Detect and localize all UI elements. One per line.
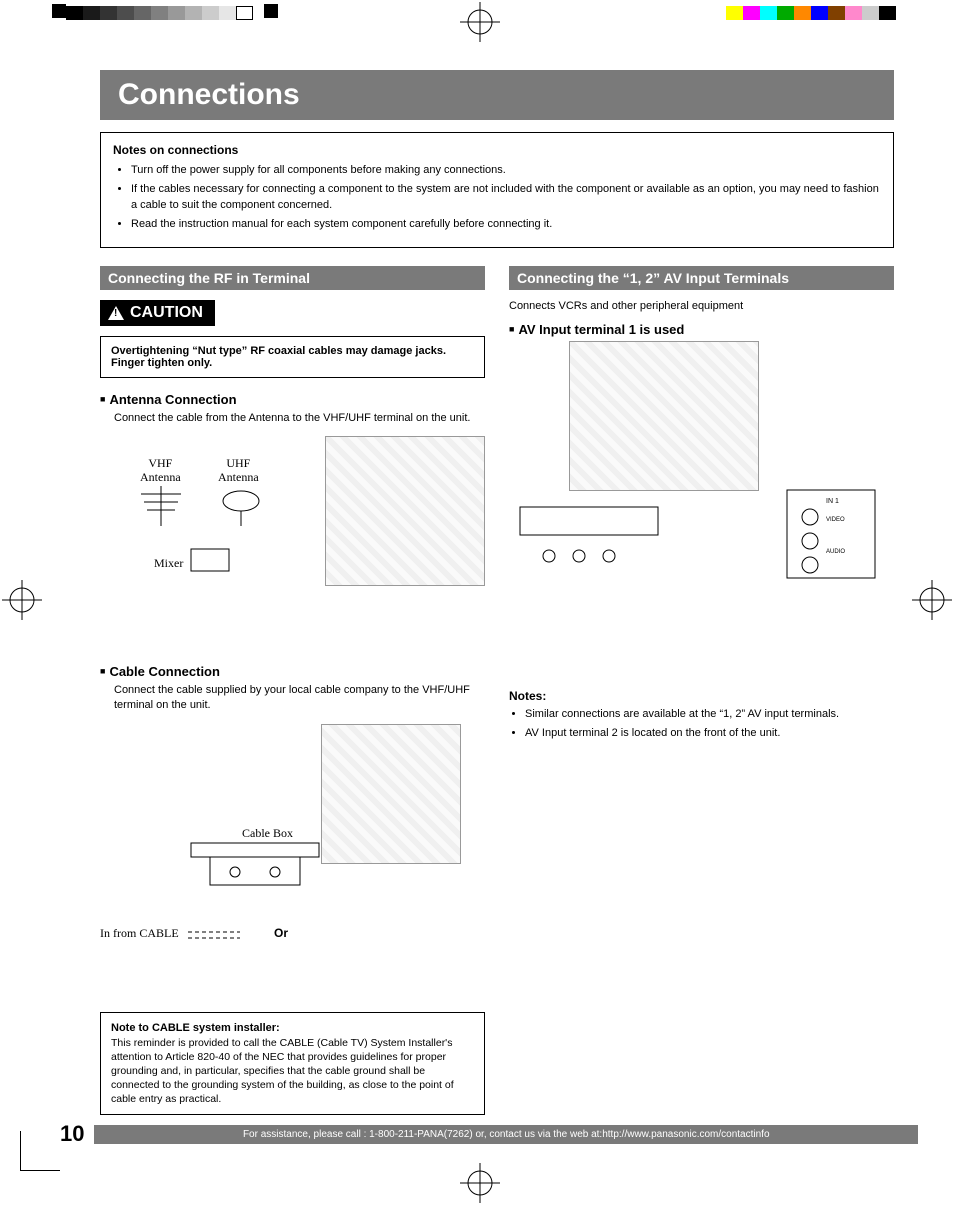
av-input-1-heading: ■AV Input terminal 1 is used — [509, 322, 894, 337]
left-column: Connecting the RF in Terminal CAUTION Ov… — [100, 266, 485, 1116]
svg-text:AUDIO: AUDIO — [826, 549, 845, 555]
cable-box-label: Cable Box — [242, 826, 293, 840]
registration-mark-right — [912, 580, 952, 620]
antenna-diagram: VHF Antenna UHF Antenna Mixer — [100, 436, 485, 646]
registration-mark-left — [2, 580, 42, 620]
installer-note-title: Note to CABLE system installer: — [111, 1022, 280, 1034]
cable-connection-desc: Connect the cable supplied by your local… — [114, 683, 485, 714]
mixer-label: Mixer — [154, 556, 183, 570]
vhf-antenna-icon — [136, 486, 186, 526]
registration-bar-right — [726, 6, 896, 20]
uhf-antenna-label: UHF Antenna — [218, 456, 259, 485]
caution-label: CAUTION — [130, 304, 203, 322]
registration-mark-top — [460, 2, 500, 42]
page-title: Connections — [100, 70, 894, 120]
notes-item: If the cables necessary for connecting a… — [131, 182, 881, 213]
registration-mark-bottom — [460, 1163, 500, 1203]
antenna-connection-heading: ■Antenna Connection — [100, 392, 485, 407]
section-av-input: Connecting the “1, 2” AV Input Terminals — [509, 266, 894, 290]
crop-square-tl — [52, 4, 66, 18]
av-notes-item: Similar connections are available at the… — [525, 707, 894, 722]
cable-connection-heading: ■Cable Connection — [100, 664, 485, 679]
caution-badge: CAUTION — [100, 300, 215, 326]
notes-item: Read the instruction manual for each sys… — [131, 217, 881, 232]
antenna-connection-desc: Connect the cable from the Antenna to th… — [114, 411, 485, 426]
vhf-antenna-label: VHF Antenna — [140, 456, 181, 485]
av-notes: Notes: Similar connections are available… — [509, 689, 894, 742]
svg-text:IN 1: IN 1 — [826, 498, 839, 505]
page-number: 10 — [60, 1121, 84, 1147]
mixer-box-icon — [190, 548, 230, 572]
cable-line-icon — [100, 908, 480, 948]
notes-box-title: Notes on connections — [113, 143, 881, 157]
av-notes-item: AV Input terminal 2 is located on the fr… — [525, 726, 894, 741]
av-jack-panel-icon: IN 1 VIDEO AUDIO — [786, 489, 876, 579]
svg-text:VIDEO: VIDEO — [826, 517, 845, 523]
installer-note-body: This reminder is provided to call the CA… — [111, 1037, 454, 1106]
notes-item: Turn off the power supply for all compon… — [131, 163, 881, 178]
section-rf-terminal: Connecting the RF in Terminal — [100, 266, 485, 290]
crop-mark-bl — [20, 1131, 60, 1171]
uhf-antenna-icon — [216, 486, 266, 526]
vcr-icon — [519, 506, 659, 566]
page-footer: 10 For assistance, please call : 1-800-2… — [60, 1121, 918, 1147]
notes-on-connections-box: Notes on connections Turn off the power … — [100, 132, 894, 248]
av-notes-title: Notes: — [509, 689, 894, 703]
crop-square-tl2 — [264, 4, 278, 18]
registration-bar-left — [66, 6, 253, 20]
cable-diagram: Cable Box In from CABLE Or — [100, 724, 485, 994]
warning-triangle-icon — [108, 306, 124, 320]
assistance-bar: For assistance, please call : 1-800-211-… — [94, 1125, 918, 1144]
cable-box-icon — [190, 842, 320, 888]
right-column: Connecting the “1, 2” AV Input Terminals… — [509, 266, 894, 1116]
av-intro: Connects VCRs and other peripheral equip… — [509, 300, 894, 312]
av-input-diagram: IN 1 VIDEO AUDIO — [509, 341, 894, 671]
cable-installer-note-box: Note to CABLE system installer: This rem… — [100, 1012, 485, 1116]
rf-warning-box: Overtightening “Nut type” RF coaxial cab… — [100, 336, 485, 378]
